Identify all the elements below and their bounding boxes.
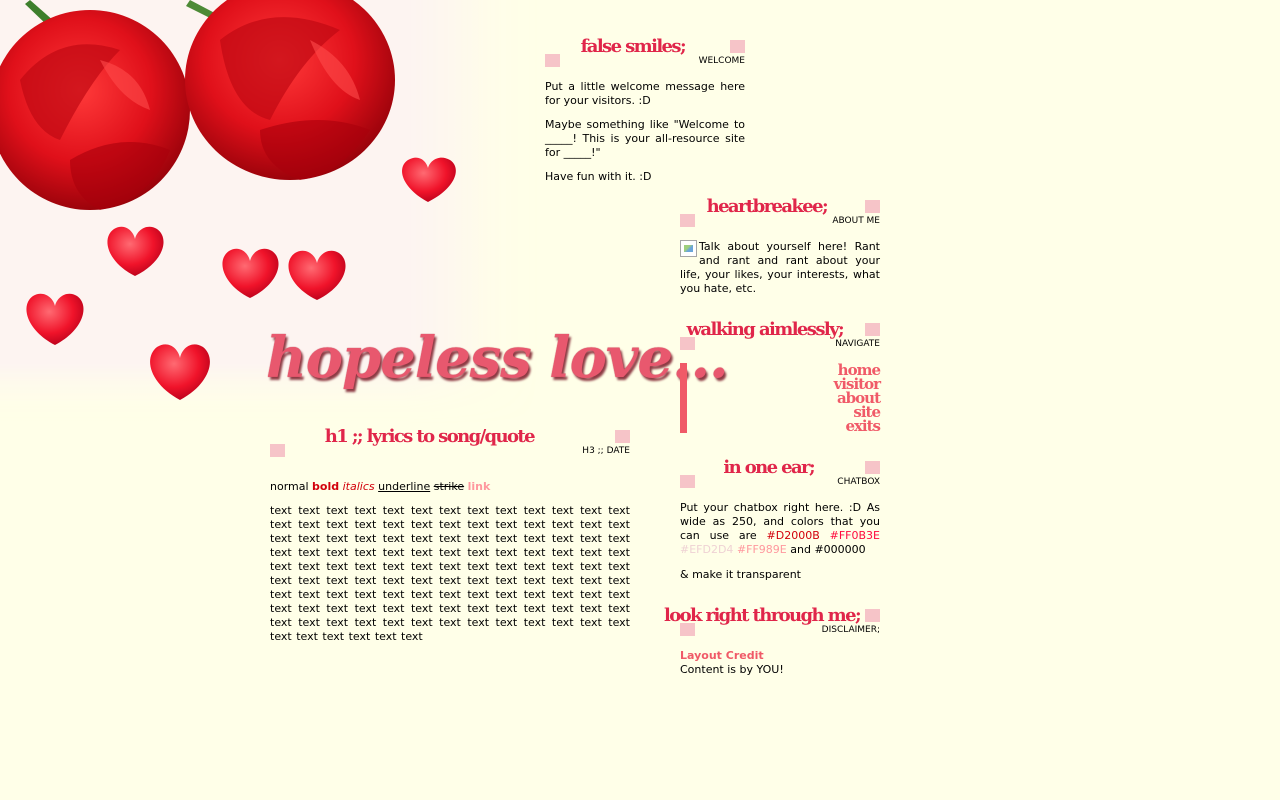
welcome-section: false smiles; WELCOME Put a little welco… — [545, 36, 745, 194]
chatbox-description: Put your chatbox right here. :D As wide … — [680, 501, 880, 557]
about-header: heartbreakee; ABOUT ME — [680, 196, 880, 240]
decor-square — [680, 475, 695, 488]
welcome-title: false smiles; — [580, 36, 687, 57]
format-strike: strike — [433, 480, 465, 493]
welcome-header: false smiles; WELCOME — [545, 36, 745, 80]
post-header: h1 ;; lyrics to song/quote H3 ;; DATE — [270, 426, 630, 470]
rose-left — [0, 10, 190, 210]
format-link[interactable]: link — [468, 480, 491, 493]
rose-right — [185, 0, 395, 180]
content-note: Content is by YOU! — [680, 663, 784, 676]
and-word: and — [790, 543, 811, 556]
nav-link-about[interactable]: about — [687, 391, 881, 406]
about-content: Talk about yourself here! Rant and rant … — [680, 240, 880, 296]
welcome-paragraph: Put a little welcome message here for yo… — [545, 80, 745, 107]
decor-square — [270, 444, 285, 457]
welcome-subtitle: WELCOME — [698, 56, 745, 66]
about-title: heartbreakee; — [706, 196, 829, 217]
decor-square — [730, 40, 745, 53]
format-normal: normal — [270, 480, 309, 493]
disclaimer-subtitle: DISCLAIMER; — [821, 625, 880, 635]
nav-link-exits[interactable]: exits — [687, 419, 881, 434]
format-underline: underline — [378, 480, 431, 493]
color-code: #FF0B3E — [829, 529, 880, 542]
decor-square — [545, 54, 560, 67]
chatbox-section: in one ear; CHATBOX Put your chatbox rig… — [680, 457, 880, 582]
post-section: h1 ;; lyrics to song/quote H3 ;; DATE no… — [270, 426, 630, 644]
chatbox-note: & make it transparent — [680, 568, 801, 581]
navigation-section: walking aimlessly; NAVIGATE home visitor… — [680, 319, 881, 434]
navigation-title: walking aimlessly; — [686, 319, 845, 340]
navigation-header: walking aimlessly; NAVIGATE — [680, 319, 880, 363]
disclaimer-header: look right through me; DISCLAIMER; — [664, 605, 880, 649]
decor-square — [865, 461, 880, 474]
color-code: #D2000B — [766, 529, 820, 542]
post-body: text text text text text text text text … — [270, 504, 630, 643]
color-code: #EFD2D4 — [680, 543, 734, 556]
about-section: heartbreakee; ABOUT ME Talk about yourse… — [680, 196, 880, 296]
banner-title: hopeless love... — [266, 325, 729, 391]
format-bold: bold — [312, 480, 340, 493]
color-code: #FF989E — [736, 543, 787, 556]
navigation-links: home visitor about site exits — [680, 363, 881, 434]
decor-square — [615, 430, 630, 443]
decor-square — [865, 200, 880, 213]
layout-credit-link[interactable]: Layout Credit — [680, 649, 880, 663]
broken-image-icon — [680, 240, 697, 257]
navigation-subtitle: NAVIGATE — [835, 339, 880, 349]
chatbox-title: in one ear; — [723, 457, 815, 478]
disclaimer-title: look right through me; — [663, 605, 862, 626]
about-subtitle: ABOUT ME — [832, 216, 880, 226]
format-italics: italics — [342, 480, 375, 493]
post-title: h1 ;; lyrics to song/quote — [324, 426, 536, 447]
chatbox-header: in one ear; CHATBOX — [680, 457, 880, 501]
post-date: H3 ;; DATE — [582, 446, 630, 456]
about-text: Talk about yourself here! Rant and rant … — [680, 240, 880, 295]
welcome-paragraph: Have fun with it. :D — [545, 170, 652, 183]
welcome-paragraph: Maybe something like "Welcome to _____! … — [545, 118, 745, 159]
format-sample-line: normal bold italics underline strike lin… — [270, 480, 630, 494]
decor-square — [680, 214, 695, 227]
color-code: #000000 — [814, 543, 866, 556]
disclaimer-section: look right through me; DISCLAIMER; Layou… — [664, 605, 880, 677]
decor-square — [865, 609, 880, 622]
decor-square — [865, 323, 880, 336]
chatbox-subtitle: CHATBOX — [837, 477, 880, 487]
